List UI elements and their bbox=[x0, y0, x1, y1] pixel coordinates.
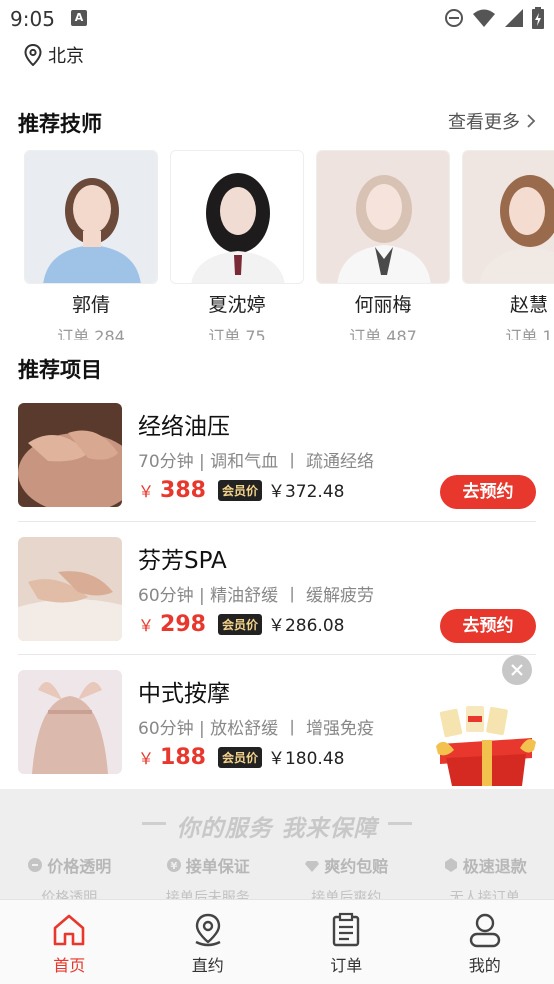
vip-price: ￥372.48 bbox=[267, 482, 345, 502]
home-icon bbox=[53, 914, 85, 946]
chevron-right-icon bbox=[527, 114, 536, 128]
clipboard-icon bbox=[333, 912, 360, 947]
project-price: 188 bbox=[160, 745, 206, 770]
project-item[interactable]: 芬芳SPA 60分钟 | 精油舒缓 丨 缓解疲劳 ￥ 298 会员价 ￥286.0… bbox=[18, 537, 536, 655]
projects-section-title: 推荐项目 bbox=[18, 358, 102, 382]
technician-name: 赵慧 bbox=[509, 294, 548, 316]
location-pin-icon bbox=[24, 44, 42, 66]
technician-photo bbox=[170, 150, 304, 284]
currency-symbol: ￥ bbox=[138, 616, 155, 635]
technician-card[interactable]: 夏沈婷 订单 75 bbox=[170, 150, 304, 340]
vip-price-badge: 会员价 bbox=[217, 747, 262, 768]
tab-orders[interactable]: 订单 bbox=[286, 900, 406, 984]
wifi-icon bbox=[473, 9, 495, 27]
technician-photo bbox=[24, 150, 158, 284]
tab-label: 我的 bbox=[468, 956, 501, 975]
user-icon bbox=[469, 913, 500, 948]
technician-name: 何丽梅 bbox=[354, 294, 412, 316]
tab-label: 首页 bbox=[53, 956, 86, 975]
divider bbox=[18, 521, 536, 522]
location-selector[interactable]: 北京 bbox=[24, 42, 84, 68]
guarantee-item: 爽约包赔 接单后爽约 bbox=[281, 853, 411, 901]
project-item[interactable]: 经络油压 70分钟 | 调和气血 丨 疏通经络 ￥ 388 会员价 ￥372.48… bbox=[18, 403, 536, 521]
yen-shield-icon: ¥ bbox=[166, 858, 181, 872]
project-thumbnail bbox=[18, 670, 122, 774]
project-thumbnail bbox=[18, 537, 122, 641]
technician-name: 郭倩 bbox=[71, 294, 110, 316]
tab-label: 直约 bbox=[191, 956, 224, 975]
guarantee-item-title: 极速退款 bbox=[462, 857, 527, 876]
guarantee-item: 价格透明 价格透明 bbox=[4, 853, 134, 901]
refund-icon bbox=[444, 858, 457, 872]
notification-a-icon: A bbox=[71, 10, 87, 26]
view-more-link[interactable]: 查看更多 bbox=[448, 108, 536, 134]
tab-label: 订单 bbox=[330, 956, 363, 975]
technician-orders: 订单 1 bbox=[505, 327, 553, 340]
status-icons bbox=[444, 7, 544, 29]
red-packet-gift-icon bbox=[436, 706, 536, 786]
status-bar: 9:05 A bbox=[0, 0, 554, 36]
location-city: 北京 bbox=[48, 46, 84, 67]
vip-price: ￥286.08 bbox=[267, 616, 345, 636]
project-name: 芬芳SPA bbox=[138, 548, 227, 574]
project-price-row: ￥ 388 会员价 ￥372.48 bbox=[138, 477, 344, 503]
currency-symbol: ￥ bbox=[138, 749, 155, 768]
project-name: 中式按摩 bbox=[138, 681, 230, 707]
guarantee-item: 极速退款 无人接订单 bbox=[420, 853, 550, 901]
book-button[interactable]: 去预约 bbox=[440, 475, 536, 509]
project-price-row: ￥ 298 会员价 ￥286.08 bbox=[138, 611, 344, 637]
close-float-button[interactable] bbox=[502, 655, 532, 685]
project-description: 70分钟 | 调和气血 丨 疏通经络 bbox=[138, 452, 374, 472]
technician-orders: 订单 487 bbox=[349, 327, 417, 340]
map-pin-icon bbox=[195, 913, 221, 947]
project-price: 298 bbox=[160, 612, 206, 637]
vip-price-badge: 会员价 bbox=[217, 480, 262, 501]
status-time: 9:05 bbox=[10, 7, 55, 31]
technician-orders: 订单 75 bbox=[208, 327, 266, 340]
technicians-section-title: 推荐技师 bbox=[18, 112, 102, 136]
guarantee-item-title: 价格透明 bbox=[47, 857, 112, 876]
technician-orders: 订单 284 bbox=[57, 327, 125, 340]
gift-promo-float[interactable] bbox=[434, 706, 538, 788]
signal-icon bbox=[505, 9, 523, 27]
technician-photo bbox=[316, 150, 450, 284]
technician-card[interactable]: 赵慧 订单 1 bbox=[462, 150, 554, 340]
diamond-icon bbox=[305, 861, 320, 872]
project-price-row: ￥ 188 会员价 ￥180.48 bbox=[138, 744, 344, 770]
technician-carousel[interactable]: 郭倩 订单 284 夏沈婷 订单 75 何丽梅 订单 487 赵慧 订单 1 bbox=[0, 150, 554, 340]
technician-card[interactable]: 何丽梅 订单 487 bbox=[316, 150, 450, 340]
technician-photo bbox=[462, 150, 554, 284]
guarantee-title: 你的服务 我来保障 bbox=[176, 816, 378, 842]
book-button[interactable]: 去预约 bbox=[440, 609, 536, 643]
do-not-disturb-icon bbox=[445, 9, 463, 27]
project-name: 经络油压 bbox=[138, 414, 230, 440]
close-icon bbox=[511, 664, 523, 676]
technician-card[interactable]: 郭倩 订单 284 bbox=[24, 150, 158, 340]
service-guarantee-banner: 你的服务 我来保障 价格透明 价格透明 ¥ 接单保证 接单后未服务 爽约包赔 接单… bbox=[0, 789, 554, 901]
vip-price-badge: 会员价 bbox=[217, 614, 262, 635]
price-tag-icon bbox=[28, 858, 43, 872]
battery-icon bbox=[532, 7, 544, 29]
tab-direct-booking[interactable]: 直约 bbox=[148, 900, 268, 984]
guarantee-item-title: 爽约包赔 bbox=[324, 857, 389, 876]
divider bbox=[18, 654, 536, 655]
project-description: 60分钟 | 放松舒缓 丨 增强免疫 bbox=[138, 719, 374, 739]
currency-symbol: ￥ bbox=[138, 482, 155, 501]
guarantee-item: ¥ 接单保证 接单后未服务 bbox=[143, 853, 273, 901]
tab-profile[interactable]: 我的 bbox=[425, 900, 545, 984]
project-price: 388 bbox=[160, 478, 206, 503]
tab-home[interactable]: 首页 bbox=[9, 900, 129, 984]
svg-text:¥: ¥ bbox=[170, 861, 177, 872]
project-description: 60分钟 | 精油舒缓 丨 缓解疲劳 bbox=[138, 586, 374, 606]
technician-name: 夏沈婷 bbox=[208, 294, 266, 316]
view-more-label: 查看更多 bbox=[448, 112, 520, 133]
guarantee-item-title: 接单保证 bbox=[185, 857, 250, 876]
project-thumbnail bbox=[18, 403, 122, 507]
vip-price: ￥180.48 bbox=[267, 749, 345, 769]
bottom-tab-bar: 首页 直约 订单 我的 bbox=[0, 899, 554, 984]
